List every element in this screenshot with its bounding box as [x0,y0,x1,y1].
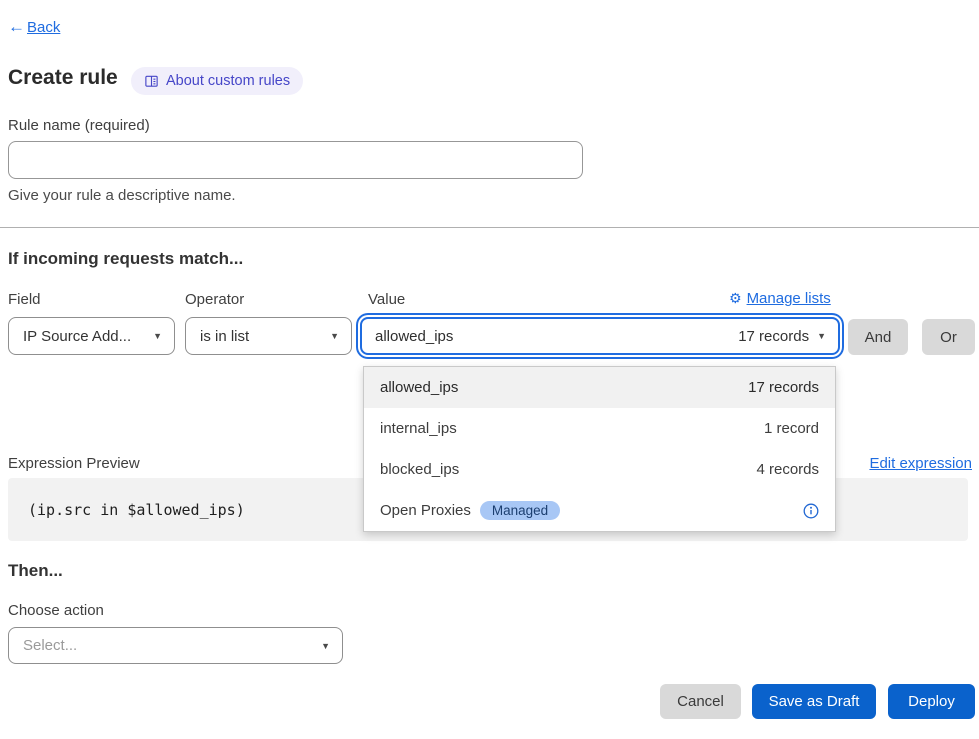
list-item-open-proxies[interactable]: Open Proxies Managed [364,490,835,531]
list-item-internal-ips[interactable]: internal_ips 1 record [364,408,835,449]
gear-icon: ⚙ [729,290,742,307]
list-item-records: 4 records [756,461,819,478]
chevron-down-icon: ▼ [321,641,330,651]
expression-code: (ip.src in $allowed_ips) [28,501,245,519]
action-select-placeholder: Select... [23,637,77,654]
value-select-records: 17 records [738,328,809,345]
field-label: Field [8,291,41,308]
operator-select[interactable]: is in list ▼ [185,317,352,355]
back-link[interactable]: ← Back [8,17,60,37]
field-select[interactable]: IP Source Add... ▼ [8,317,175,355]
value-select-value: allowed_ips [375,328,453,345]
list-item-name: allowed_ips [380,379,458,396]
list-item-name: blocked_ips [380,461,459,478]
chevron-down-icon: ▼ [817,331,826,341]
rule-name-label: Rule name (required) [8,117,150,134]
list-item-records: 1 record [764,420,819,437]
list-item-name: internal_ips [380,420,457,437]
chevron-down-icon: ▼ [153,331,162,341]
chevron-down-icon: ▼ [330,331,339,341]
or-button[interactable]: Or [922,319,975,355]
operator-select-value: is in list [200,328,249,345]
list-item-blocked-ips[interactable]: blocked_ips 4 records [364,449,835,490]
book-icon [144,74,159,89]
manage-lists-label[interactable]: Manage lists [747,290,831,307]
list-item-name: Open Proxies [380,502,471,519]
edit-expression-link[interactable]: Edit expression [869,455,972,472]
create-rule-page: ← Back Create rule About custom rules Ru… [0,0,979,739]
about-custom-rules-label: About custom rules [166,73,290,89]
value-dropdown-menu: allowed_ips 17 records internal_ips 1 re… [363,366,836,532]
rule-name-help-text: Give your rule a descriptive name. [8,187,236,204]
info-icon[interactable] [803,503,819,519]
match-section-heading: If incoming requests match... [8,249,243,269]
rule-name-input[interactable] [8,141,583,179]
save-as-draft-button[interactable]: Save as Draft [752,684,876,719]
operator-label: Operator [185,291,244,308]
list-item-records: 17 records [748,379,819,396]
deploy-button[interactable]: Deploy [888,684,975,719]
list-item-allowed-ips[interactable]: allowed_ips 17 records [364,367,835,408]
page-title: Create rule [8,66,118,90]
section-divider [0,227,979,228]
back-link-label[interactable]: Back [27,19,60,36]
and-button[interactable]: And [848,319,908,355]
back-arrow-icon: ← [8,17,25,37]
cancel-button[interactable]: Cancel [660,684,741,719]
action-select[interactable]: Select... ▼ [8,627,343,664]
expression-preview-label: Expression Preview [8,455,140,472]
then-section-heading: Then... [8,561,63,581]
about-custom-rules-link[interactable]: About custom rules [131,67,303,95]
field-select-value: IP Source Add... [23,328,131,345]
choose-action-label: Choose action [8,602,104,619]
value-label: Value [368,291,405,308]
managed-badge: Managed [480,501,560,520]
manage-lists-link[interactable]: ⚙ Manage lists [729,290,831,307]
value-select[interactable]: allowed_ips 17 records ▼ [360,317,840,355]
